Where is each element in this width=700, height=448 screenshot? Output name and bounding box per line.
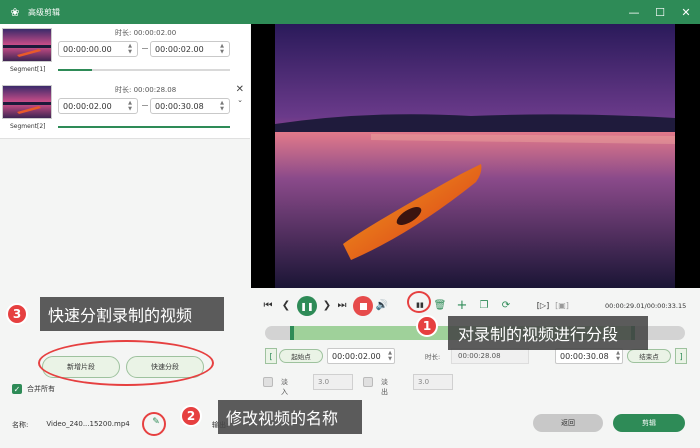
start-bracket-icon[interactable]: [ (265, 348, 277, 364)
preview-segment-icon[interactable]: [▷] (535, 298, 551, 312)
step-forward-icon[interactable]: ❯ (321, 298, 333, 312)
segment-label: Segment[1] (10, 66, 46, 73)
file-name-row: 名称: Video_240...15200.mp4 (12, 420, 130, 430)
fade-out-input[interactable]: 3.0 (413, 374, 453, 390)
set-start-button[interactable]: 起始点 (279, 349, 323, 363)
spinner-icon[interactable]: ▲ ▼ (217, 43, 227, 55)
cut-button[interactable]: 剪辑 (613, 414, 685, 432)
segment-duration: 时长: 00:00:02.00 (115, 29, 177, 37)
fade-in-checkbox[interactable] (263, 377, 273, 387)
fade-out-label: 淡出 (381, 378, 388, 396)
spinner-icon[interactable]: ▲ ▼ (616, 350, 620, 362)
video-preview (251, 24, 700, 288)
end-bracket-icon[interactable]: ] (675, 348, 687, 364)
spinner-icon[interactable]: ▲ ▼ (125, 43, 135, 55)
time-readout: 00:00:29.01/00:00:33.15 (605, 302, 687, 310)
segment-progress (58, 126, 230, 128)
spinner-icon[interactable]: ▲ ▼ (217, 100, 227, 112)
chevron-down-icon[interactable]: ⌄ (237, 96, 243, 104)
title-bar: ❀ 高级剪辑 — ☐ ✕ (0, 0, 700, 24)
callout-2-badge: 2 (180, 405, 202, 427)
window-title: 高级剪辑 (28, 7, 60, 17)
segment-start-input[interactable]: 00:00:00.00 ▲ ▼ (58, 41, 138, 57)
reset-icon[interactable]: ⟳ (499, 298, 513, 312)
fade-out-checkbox[interactable] (363, 377, 373, 387)
callout-2-text: 修改视频的名称 (226, 409, 339, 428)
end-time-input[interactable]: 00:00:30.08 ▲ ▼ (555, 348, 623, 364)
duration-label: 时长: (425, 353, 441, 361)
maximize-icon[interactable]: ☐ (654, 6, 666, 19)
video-frame (275, 24, 675, 288)
add-icon[interactable]: + (455, 298, 469, 313)
segment-thumbnail (2, 85, 52, 119)
app-logo-icon: ❀ (10, 5, 20, 19)
segment-start-input[interactable]: 00:00:02.00 ▲ ▼ (58, 98, 138, 114)
callout-1: 对录制的视频进行分段 (448, 316, 648, 350)
segment-label: Segment[2] (10, 123, 46, 130)
highlight-ring (407, 291, 431, 313)
callout-2: 修改视频的名称 (218, 400, 362, 434)
skip-end-icon[interactable]: ⏭ (335, 298, 349, 312)
file-name-label: 名称: (12, 421, 29, 429)
segment-item[interactable]: Segment[1] 时长: 00:00:02.00 00:00:00.00 ▲ ▼… (0, 24, 250, 80)
highlight-ring (142, 412, 166, 436)
highlight-ring (38, 340, 214, 386)
start-time-input[interactable]: 00:00:02.00 ▲ ▼ (327, 348, 395, 364)
callout-3: 快速分割录制的视频 (40, 297, 224, 331)
callout-3-badge: 3 (6, 303, 28, 325)
callout-3-text: 快速分割录制的视频 (48, 306, 193, 325)
duration-value: 00:00:28.08 (451, 348, 529, 364)
segment-end-input[interactable]: 00:00:30.08 ▲ ▼ (150, 98, 230, 114)
close-segment-icon[interactable]: ✕ (236, 84, 244, 95)
segment-end-input[interactable]: 00:00:02.00 ▲ ▼ (150, 41, 230, 57)
spinner-icon[interactable]: ▲ ▼ (125, 100, 135, 112)
file-name-value: Video_240...15200.mp4 (46, 420, 130, 428)
segment-list: Segment[1] 时长: 00:00:02.00 00:00:00.00 ▲ ▼… (0, 24, 250, 139)
fade-in-label: 淡入 (281, 378, 288, 396)
copy-icon[interactable]: ❐ (477, 298, 491, 312)
play-pause-icon[interactable]: ❚❚ (297, 296, 317, 316)
callout-1-badge: 1 (416, 315, 438, 337)
close-icon[interactable]: ✕ (680, 6, 692, 19)
merge-all-checkbox[interactable]: ✓ 合并所有 (12, 384, 55, 394)
set-end-button[interactable]: 结束点 (627, 349, 671, 363)
spinner-icon[interactable]: ▲ ▼ (388, 350, 392, 362)
segment-thumbnail (2, 28, 52, 62)
callout-1-text: 对录制的视频进行分段 (458, 325, 619, 344)
range-dash (142, 105, 148, 106)
range-row: [ 起始点 00:00:02.00 ▲ ▼ 时长: 00:00:28.08 00:0… (265, 348, 689, 364)
minimize-icon[interactable]: — (628, 6, 640, 19)
volume-icon[interactable]: 🔊 (375, 298, 389, 312)
screenshot-icon[interactable]: [▣] (555, 298, 569, 312)
step-back-icon[interactable]: ❮ (279, 298, 293, 312)
range-dash (142, 48, 148, 49)
segment-duration: 时长: 00:00:28.08 (115, 86, 177, 94)
stop-icon[interactable] (353, 296, 373, 316)
segment-item[interactable]: Segment[2] 时长: 00:00:28.08 00:00:02.00 ▲ ▼… (0, 81, 250, 137)
skip-start-icon[interactable]: ⏮ (261, 298, 275, 312)
check-icon: ✓ (12, 384, 22, 394)
merge-all-label: 合并所有 (27, 385, 55, 393)
timeline-start-handle[interactable] (290, 326, 295, 340)
segment-progress (58, 69, 230, 71)
delete-icon[interactable]: 🗑 (433, 298, 447, 312)
segment-progress-fill (58, 126, 230, 128)
back-button[interactable]: 返回 (533, 414, 603, 432)
segment-progress-fill (58, 69, 93, 71)
fade-in-input[interactable]: 3.0 (313, 374, 353, 390)
